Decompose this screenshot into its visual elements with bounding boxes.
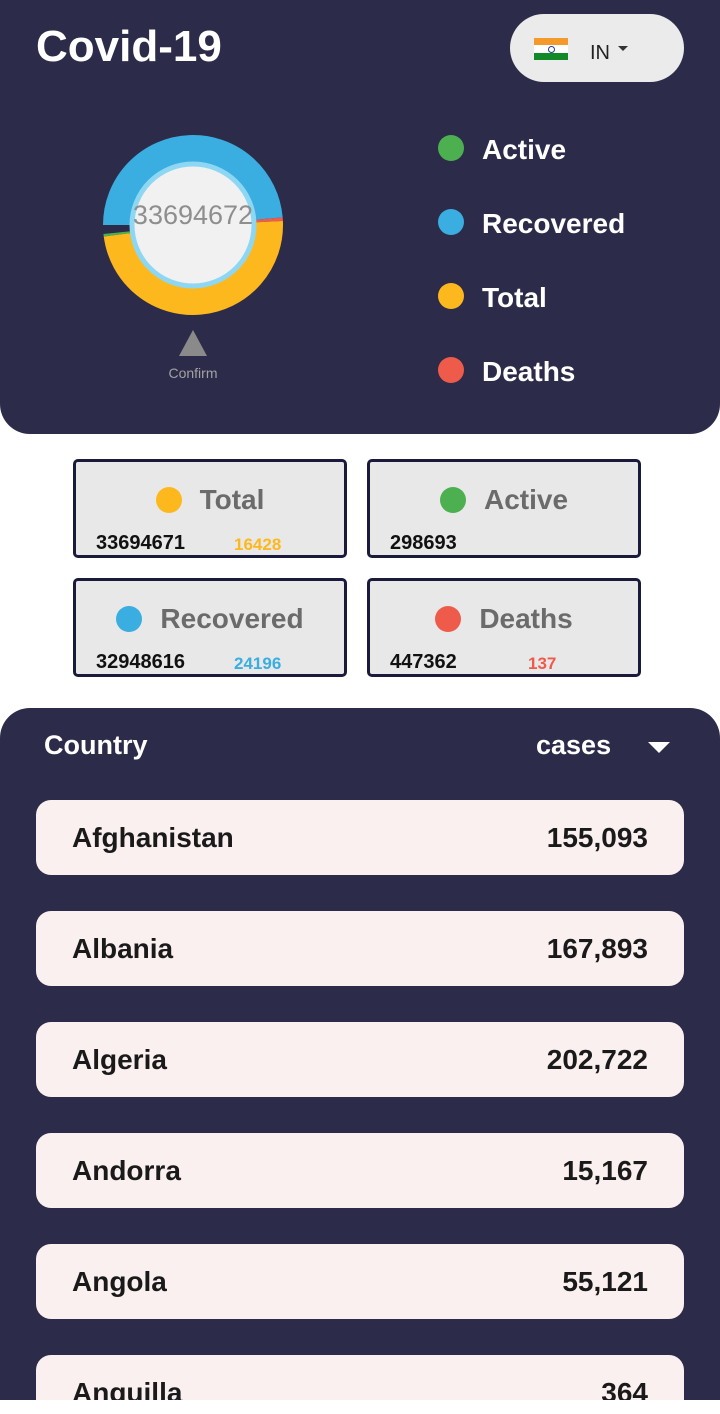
- chevron-down-icon: [618, 46, 628, 51]
- country-selector[interactable]: IN: [510, 14, 684, 82]
- column-header-cases: cases: [536, 730, 612, 760]
- list-item[interactable]: Algeria 202,722: [36, 1022, 684, 1097]
- app-title: Covid-19: [36, 22, 222, 71]
- country-name: Andorra: [72, 1155, 181, 1186]
- stat-value-deaths: 447362: [390, 651, 457, 673]
- country-name: Afghanistan: [72, 822, 234, 853]
- stat-label-deaths: Deaths: [479, 603, 573, 634]
- stat-delta-total: 16428: [234, 535, 282, 554]
- bottom-edge: [0, 1400, 720, 1414]
- list-item[interactable]: Albania 167,893: [36, 911, 684, 986]
- stat-value-recovered: 32948616: [96, 651, 185, 673]
- country-cases: 364: [601, 1377, 648, 1400]
- legend-dot-recovered: [438, 209, 464, 235]
- stat-card-recovered: Recovered 32948616 24196: [73, 578, 347, 677]
- header-panel: Covid-19 IN 33694672 Confirm Active Reco…: [0, 0, 720, 434]
- country-cases: 15,167: [562, 1155, 648, 1186]
- legend-dot-active: [438, 135, 464, 161]
- stat-card-active: Active 298693: [367, 459, 641, 558]
- total-dot-icon: [155, 487, 182, 513]
- stat-card-deaths: Deaths 447362 137: [367, 578, 641, 677]
- stat-label-total: Total: [199, 484, 265, 515]
- country-code: IN: [590, 42, 610, 64]
- legend-dot-total: [438, 283, 464, 309]
- legend-label-active: Active: [482, 134, 567, 165]
- country-cases: 167,893: [546, 933, 648, 964]
- stat-delta-deaths: 137: [528, 654, 557, 673]
- list-item[interactable]: Afghanistan 155,093: [36, 800, 684, 875]
- legend-label-recovered: Recovered: [482, 208, 626, 239]
- stat-label-active: Active: [483, 484, 569, 515]
- india-flag-icon: [534, 38, 568, 60]
- country-list: Afghanistan 155,093 Albania 167,893 Alge…: [36, 800, 684, 1400]
- country-name: Albania: [72, 933, 174, 964]
- stat-value-total: 33694671: [96, 532, 185, 554]
- country-list-panel: Country cases Afghanistan 155,093 Albani…: [0, 708, 720, 1400]
- stat-delta-recovered: 24196: [234, 654, 282, 673]
- list-item[interactable]: Andorra 15,167: [36, 1133, 684, 1208]
- list-item[interactable]: Angola 55,121: [36, 1244, 684, 1319]
- country-cases: 155,093: [546, 822, 648, 853]
- stat-value-active: 298693: [390, 532, 457, 554]
- recovered-dot-icon: [116, 606, 143, 632]
- pointer-label: Confirm: [168, 365, 218, 381]
- column-header-country: Country: [44, 730, 148, 760]
- country-name: Angola: [72, 1266, 167, 1297]
- cases-sort-dropdown[interactable]: cases: [536, 728, 676, 768]
- country-name: Anguilla: [72, 1377, 183, 1400]
- legend-label-deaths: Deaths: [482, 356, 576, 387]
- active-dot-icon: [439, 487, 466, 513]
- pointer-triangle-icon: [179, 330, 207, 356]
- stat-label-recovered: Recovered: [160, 603, 304, 634]
- donut-center-value: 33694672: [132, 200, 254, 230]
- caret-down-icon: [648, 742, 670, 753]
- stat-card-total: Total 33694671 16428: [73, 459, 347, 558]
- legend-label-total: Total: [482, 282, 547, 313]
- deaths-dot-icon: [435, 606, 462, 632]
- country-cases: 202,722: [546, 1044, 648, 1075]
- legend-dot-deaths: [438, 357, 464, 383]
- list-item[interactable]: Anguilla 364: [36, 1355, 684, 1400]
- country-cases: 55,121: [562, 1266, 648, 1297]
- country-name: Algeria: [72, 1044, 167, 1075]
